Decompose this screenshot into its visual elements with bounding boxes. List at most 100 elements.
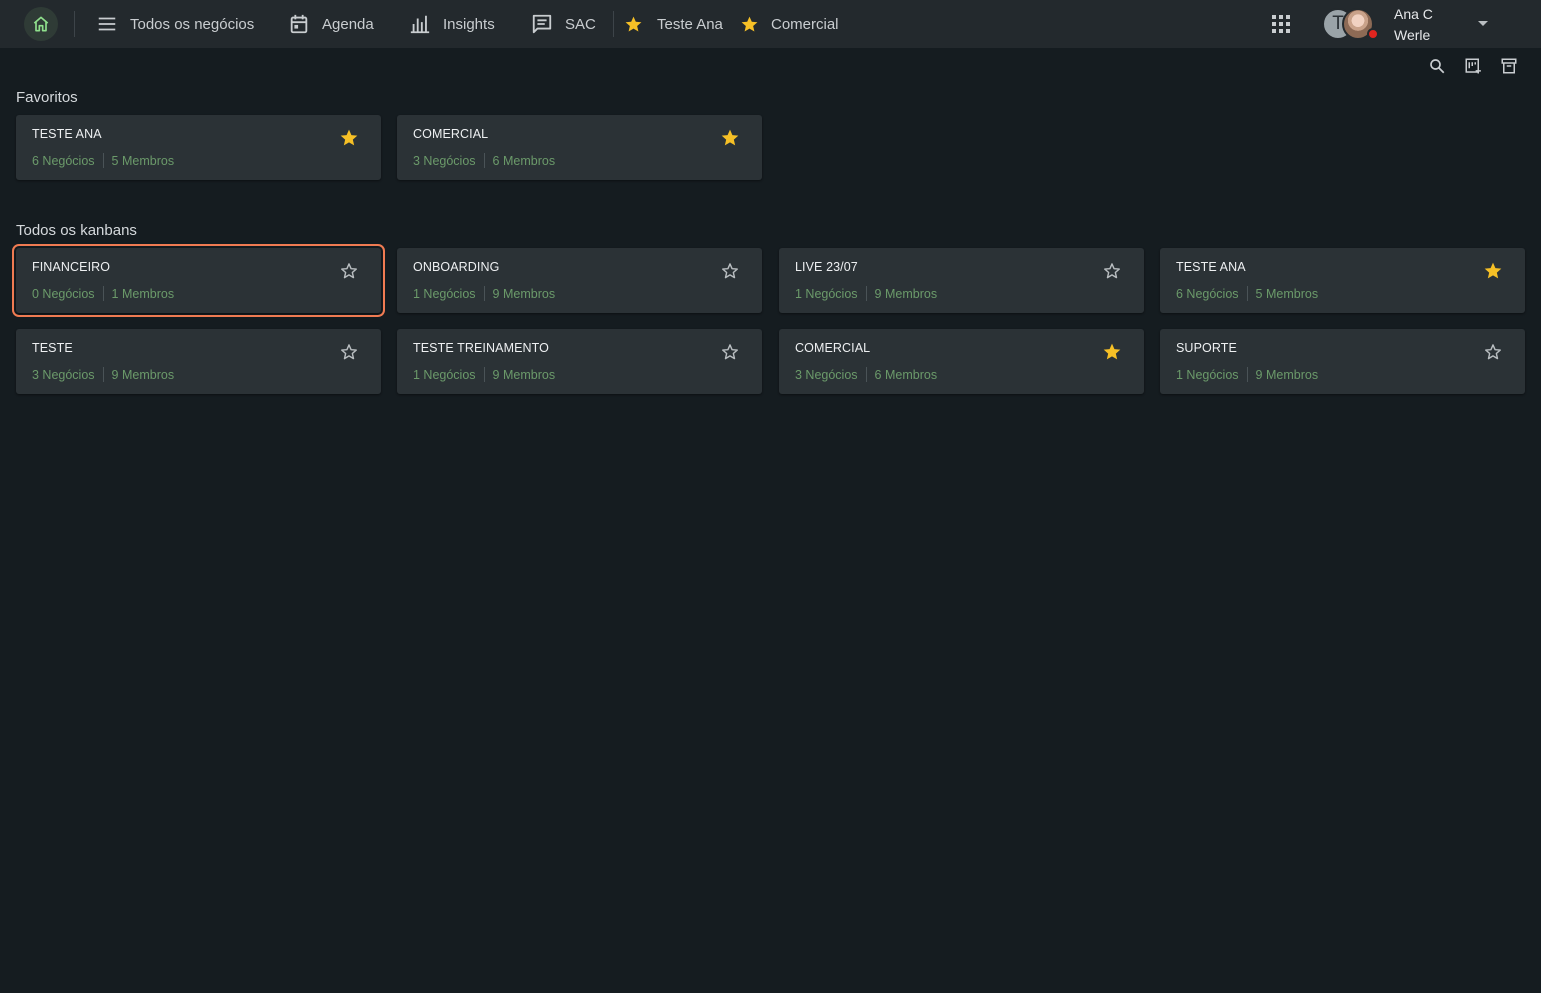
membros-count: 9 Membros: [492, 286, 556, 301]
card-title: COMERCIAL: [795, 341, 871, 355]
star-outline-icon[interactable]: [720, 342, 740, 362]
negocios-count: 1 Negócios: [1176, 367, 1239, 382]
user-name[interactable]: Ana C Werle: [1394, 4, 1433, 46]
kanban-card[interactable]: COMERCIAL 3 Negócios 6 Membros: [779, 329, 1144, 394]
apps-grid-icon[interactable]: [1271, 14, 1291, 34]
meta-divider: [102, 153, 104, 168]
user-name-line1: Ana C: [1394, 6, 1433, 22]
nav-label: Teste Ana: [657, 15, 723, 33]
membros-count: 9 Membros: [874, 286, 938, 301]
meta-divider: [1246, 286, 1248, 301]
star-outline-icon[interactable]: [1483, 342, 1503, 362]
meta-divider: [102, 286, 104, 301]
membros-count: 9 Membros: [1255, 367, 1319, 382]
calendar-icon: [290, 14, 308, 34]
nav-divider: [74, 11, 75, 37]
chat-icon: [532, 14, 552, 34]
kanban-card[interactable]: TESTE 3 Negócios 9 Membros: [16, 329, 381, 394]
card-title: TESTE ANA: [32, 127, 102, 141]
home-button[interactable]: [24, 7, 58, 41]
meta-divider: [1246, 367, 1248, 382]
card-meta: 3 Negócios 6 Membros: [795, 367, 937, 382]
meta-divider: [483, 153, 485, 168]
nav-insights[interactable]: Insights: [409, 0, 495, 48]
star-filled-icon[interactable]: [1483, 261, 1503, 281]
membros-count: 9 Membros: [492, 367, 556, 382]
negocios-count: 1 Negócios: [413, 286, 476, 301]
card-title: TESTE TREINAMENTO: [413, 341, 549, 355]
nav-favorite-teste-ana[interactable]: Teste Ana: [624, 0, 723, 48]
star-outline-icon[interactable]: [339, 342, 359, 362]
archive-icon[interactable]: [1500, 57, 1518, 75]
kanban-card[interactable]: FINANCEIRO 0 Negócios 1 Membros: [12, 244, 385, 317]
meta-divider: [865, 286, 867, 301]
add-kanban-icon[interactable]: [1464, 57, 1482, 75]
star-filled-icon: [625, 16, 642, 32]
kanban-card[interactable]: COMERCIAL 3 Negócios 6 Membros: [397, 115, 762, 180]
negocios-count: 1 Negócios: [413, 367, 476, 382]
negocios-count: 1 Negócios: [795, 286, 858, 301]
kanban-card[interactable]: TESTE ANA 6 Negócios 5 Membros: [1160, 248, 1525, 313]
negocios-count: 3 Negócios: [32, 367, 95, 382]
negocios-count: 6 Negócios: [1176, 286, 1239, 301]
card-title: SUPORTE: [1176, 341, 1237, 355]
kanban-card[interactable]: TESTE TREINAMENTO 1 Negócios 9 Membros: [397, 329, 762, 394]
kanban-card[interactable]: ONBOARDING 1 Negócios 9 Membros: [397, 248, 762, 313]
nav-todos-os-negocios[interactable]: Todos os negócios: [96, 0, 254, 48]
top-navigation-bar: Todos os negócios Agenda Insights SAC Te…: [0, 0, 1541, 48]
membros-count: 6 Membros: [874, 367, 938, 382]
status-indicator: [1367, 28, 1379, 40]
star-filled-icon[interactable]: [1102, 342, 1122, 362]
kanban-card[interactable]: SUPORTE 1 Negócios 9 Membros: [1160, 329, 1525, 394]
negocios-count: 3 Negócios: [795, 367, 858, 382]
star-filled-icon[interactable]: [339, 128, 359, 148]
card-title: COMERCIAL: [413, 127, 489, 141]
nav-favorite-comercial[interactable]: Comercial: [740, 0, 839, 48]
kanban-card[interactable]: TESTE ANA 6 Negócios 5 Membros: [16, 115, 381, 180]
kanban-card[interactable]: LIVE 23/07 1 Negócios 9 Membros: [779, 248, 1144, 313]
nav-label: Todos os negócios: [130, 15, 255, 33]
nav-label: Insights: [443, 15, 495, 33]
meta-divider: [483, 367, 485, 382]
star-outline-icon[interactable]: [1102, 261, 1122, 281]
star-outline-icon[interactable]: [720, 261, 740, 281]
user-name-line2: Werle: [1394, 27, 1431, 43]
bar-chart-icon: [410, 15, 430, 34]
card-meta: 6 Negócios 5 Membros: [1176, 286, 1318, 301]
star-filled-icon[interactable]: [720, 128, 740, 148]
negocios-count: 3 Negócios: [413, 153, 476, 168]
card-meta: 1 Negócios 9 Membros: [1176, 367, 1318, 382]
card-meta: 1 Negócios 9 Membros: [413, 286, 555, 301]
nav-sac[interactable]: SAC: [531, 0, 596, 48]
user-avatar-group[interactable]: T: [1322, 7, 1382, 41]
nav-label: Comercial: [771, 15, 839, 33]
meta-divider: [865, 367, 867, 382]
card-title: ONBOARDING: [413, 260, 500, 274]
membros-count: 6 Membros: [492, 153, 556, 168]
meta-divider: [483, 286, 485, 301]
nav-divider: [613, 11, 614, 37]
card-title: TESTE: [32, 341, 73, 355]
menu-icon: [98, 17, 116, 31]
search-icon[interactable]: [1428, 57, 1446, 75]
chevron-down-icon[interactable]: [1478, 21, 1488, 26]
card-meta: 6 Negócios 5 Membros: [32, 153, 174, 168]
card-meta: 3 Negócios 6 Membros: [413, 153, 555, 168]
section-title-favoritos: Favoritos: [16, 89, 78, 106]
nav-agenda[interactable]: Agenda: [288, 0, 374, 48]
meta-divider: [102, 367, 104, 382]
membros-count: 9 Membros: [111, 367, 175, 382]
membros-count: 5 Membros: [1255, 286, 1319, 301]
card-meta: 1 Negócios 9 Membros: [795, 286, 937, 301]
nav-label: Agenda: [322, 15, 374, 33]
card-meta: 3 Negócios 9 Membros: [32, 367, 174, 382]
negocios-count: 0 Negócios: [32, 286, 95, 301]
home-icon: [33, 16, 49, 32]
star-outline-icon[interactable]: [339, 261, 359, 281]
membros-count: 1 Membros: [111, 286, 175, 301]
negocios-count: 6 Negócios: [32, 153, 95, 168]
star-filled-icon: [741, 16, 758, 32]
card-title: TESTE ANA: [1176, 260, 1246, 274]
card-meta: 1 Negócios 9 Membros: [413, 367, 555, 382]
section-title-todos-os-kanbans: Todos os kanbans: [16, 222, 137, 239]
